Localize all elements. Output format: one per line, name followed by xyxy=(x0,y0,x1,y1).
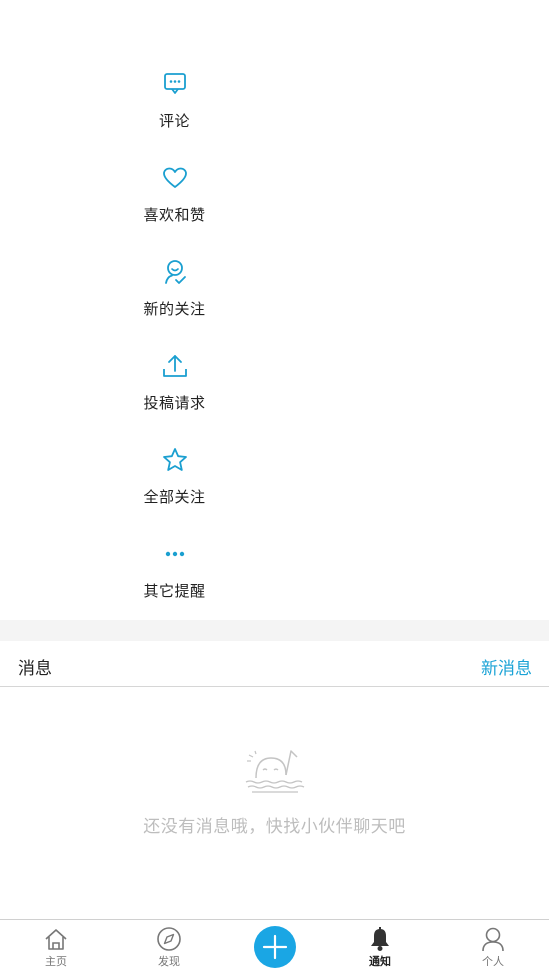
home-icon xyxy=(45,929,67,950)
tab-notifications[interactable]: 通知 xyxy=(340,926,420,969)
empty-whale-icon xyxy=(245,750,305,793)
category-label: 新的关注 xyxy=(143,300,206,318)
compass-icon xyxy=(157,927,181,951)
section-divider xyxy=(0,620,549,641)
bell-icon xyxy=(371,927,389,951)
tab-profile[interactable]: 个人 xyxy=(453,926,533,969)
category-label: 其它提醒 xyxy=(143,582,206,600)
plus-icon xyxy=(262,934,288,960)
tab-label: 主页 xyxy=(45,955,67,968)
tab-discover[interactable]: 发现 xyxy=(129,926,209,969)
category-label: 投稿请求 xyxy=(143,394,206,412)
tab-label: 个人 xyxy=(482,955,504,968)
category-other-reminders[interactable]: 其它提醒 xyxy=(0,540,349,601)
messages-title: 消息 xyxy=(18,659,52,679)
category-label: 评论 xyxy=(158,112,190,130)
new-message-button[interactable]: 新消息 xyxy=(481,654,532,679)
more-icon xyxy=(165,551,184,557)
add-button[interactable] xyxy=(254,926,296,968)
category-comments[interactable]: 评论 xyxy=(0,70,349,131)
person-icon xyxy=(482,927,504,952)
new-follower-icon xyxy=(164,260,186,284)
category-label: 全部关注 xyxy=(143,488,206,506)
upload-icon xyxy=(162,355,187,377)
tab-label: 发现 xyxy=(158,955,180,968)
category-all-follows[interactable]: 全部关注 xyxy=(0,446,349,507)
category-new-followers[interactable]: 新的关注 xyxy=(0,258,349,319)
heart-icon xyxy=(162,167,187,188)
category-likes[interactable]: 喜欢和赞 xyxy=(0,164,349,225)
comment-icon xyxy=(163,73,186,94)
tab-home[interactable]: 主页 xyxy=(16,926,96,969)
category-submission-requests[interactable]: 投稿请求 xyxy=(0,352,349,413)
empty-state-text: 还没有消息哦，快找小伙伴聊天吧 xyxy=(143,817,406,837)
category-label: 喜欢和赞 xyxy=(143,206,206,224)
messages-header: 消息 新消息 xyxy=(0,641,549,687)
star-icon xyxy=(162,448,187,471)
tab-label: 通知 xyxy=(369,955,391,968)
